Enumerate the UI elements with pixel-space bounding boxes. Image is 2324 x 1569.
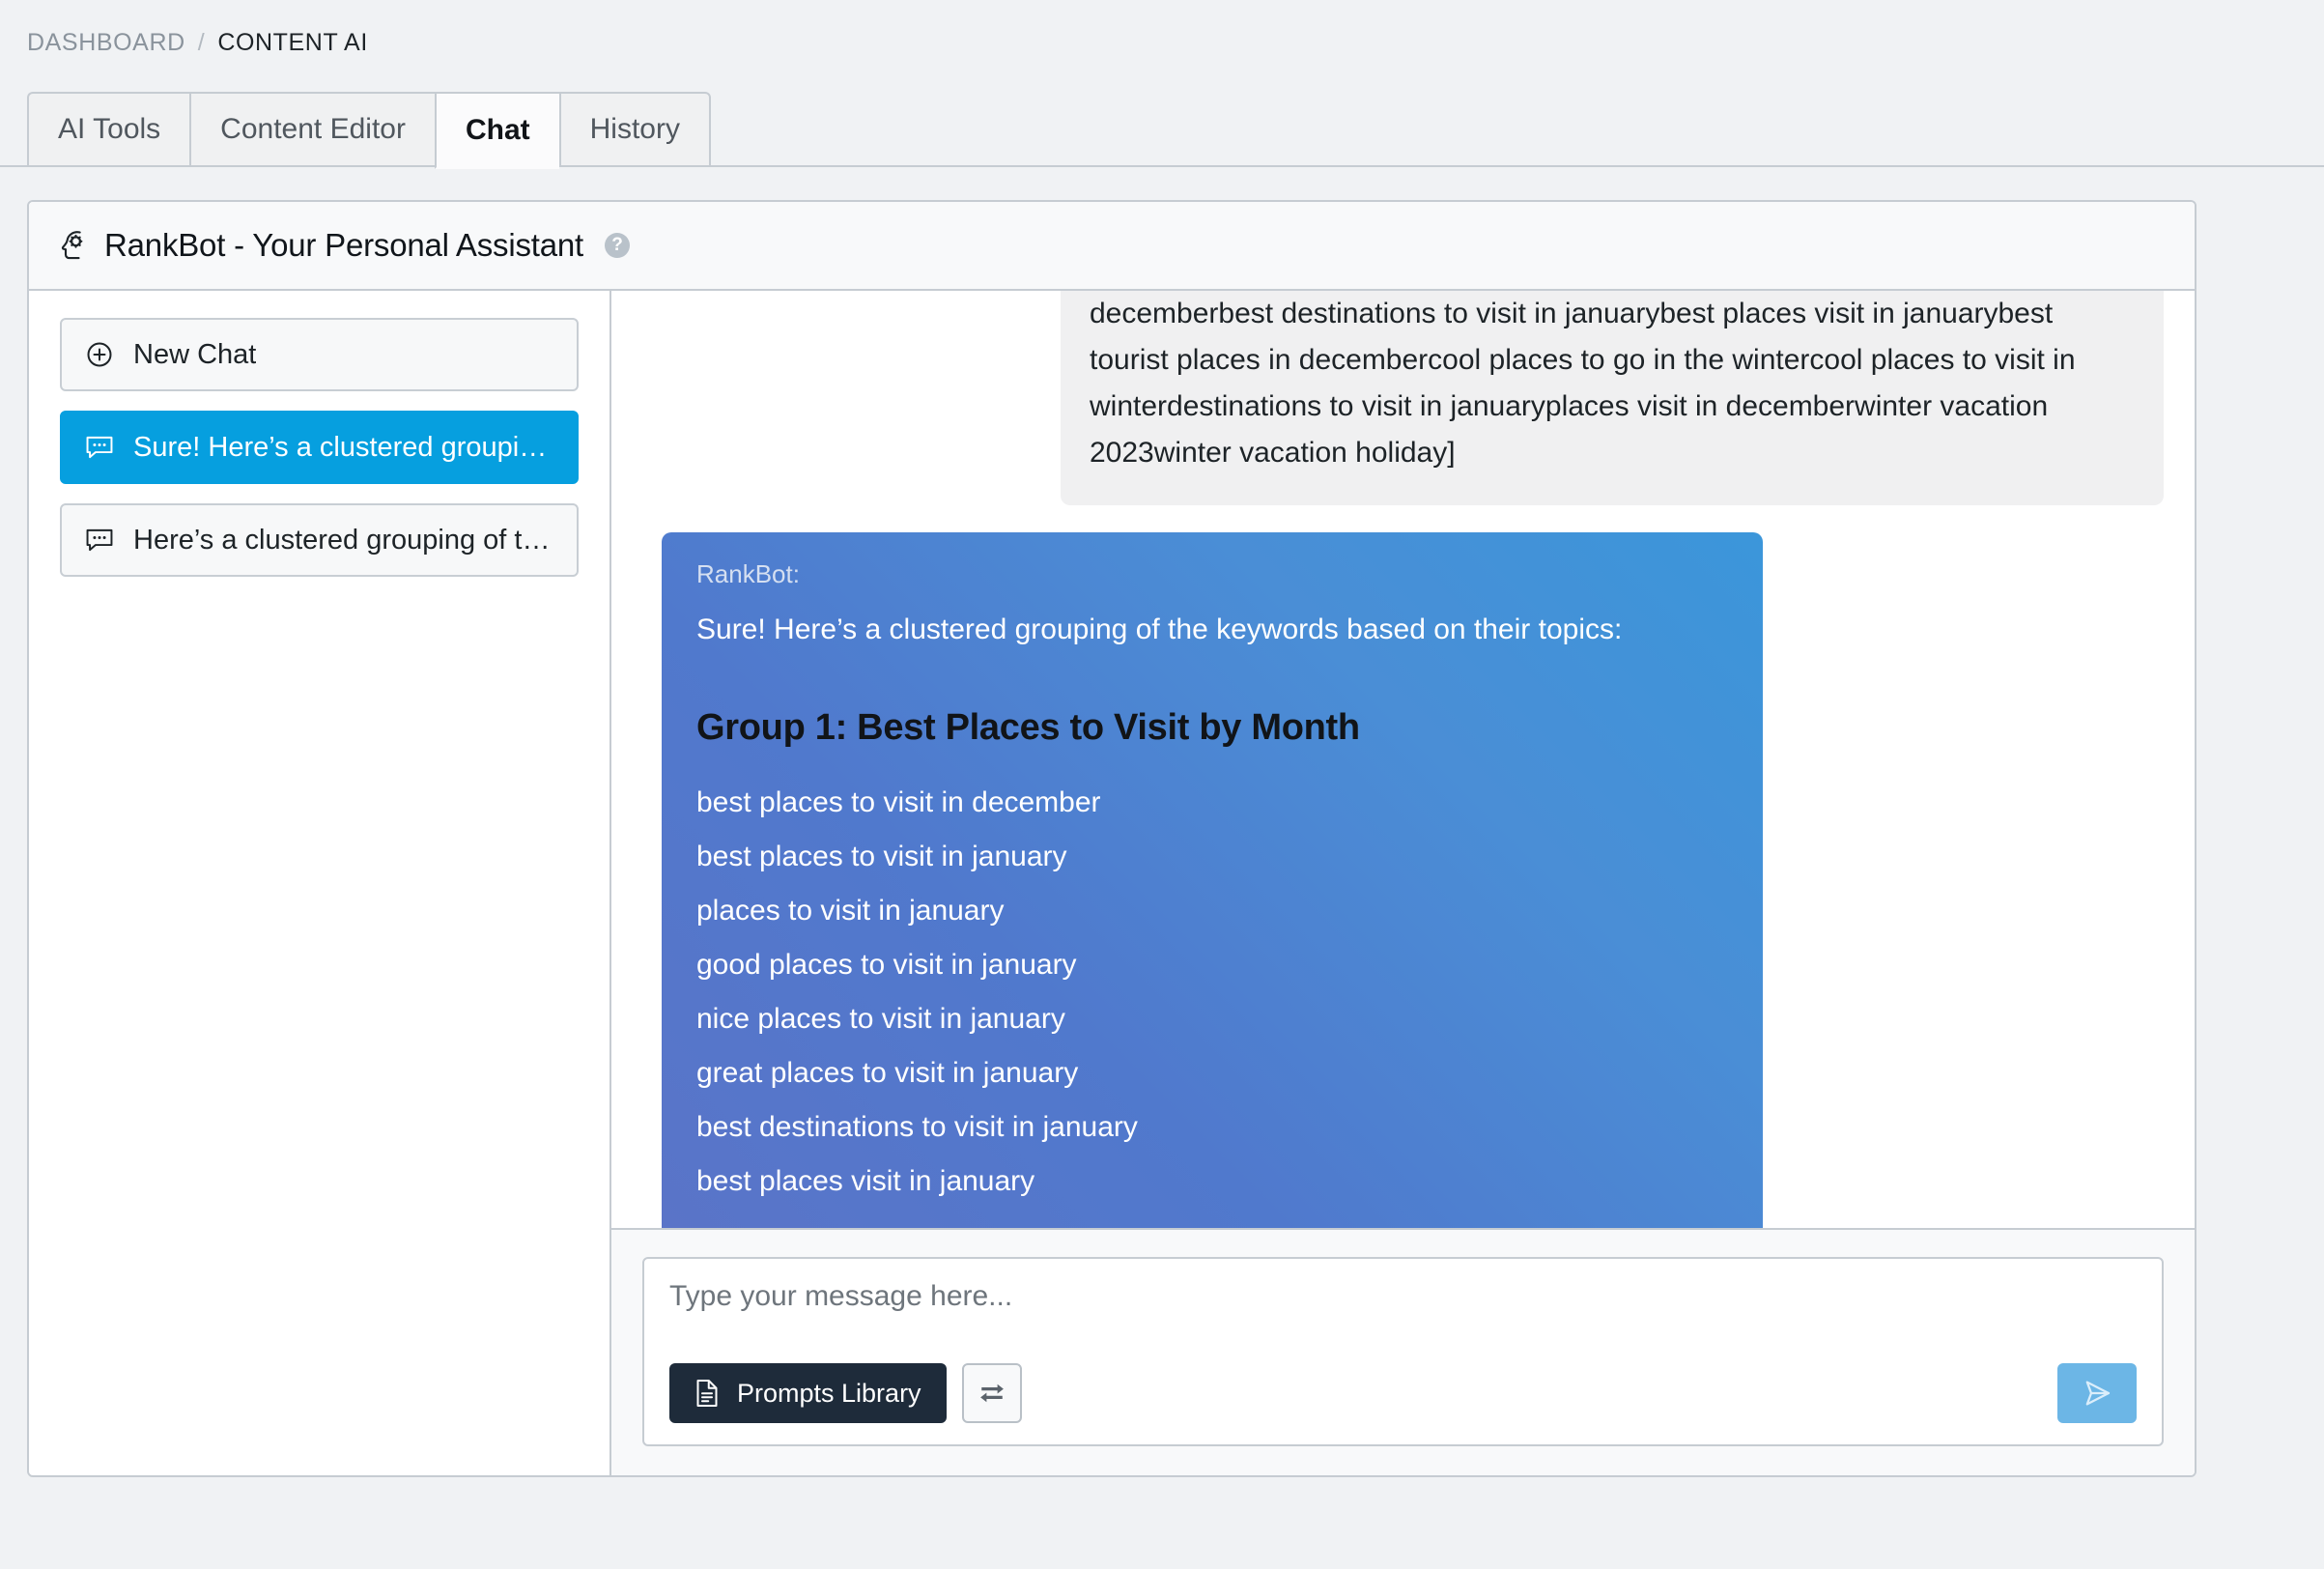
- send-button[interactable]: [2057, 1363, 2137, 1423]
- message-row-bot: RankBot: Sure! Here’s a clustered groupi…: [642, 505, 2164, 1228]
- composer: Prompts Library: [642, 1257, 2164, 1446]
- list-item: nice places to visit in january: [696, 1003, 1065, 1035]
- breadcrumb-parent[interactable]: DASHBOARD: [27, 29, 185, 57]
- breadcrumb-separator: /: [197, 29, 206, 56]
- chat-bubble-icon: [85, 528, 114, 553]
- rankbot-panel: RankBot - Your Personal Assistant ? New …: [27, 200, 2196, 1477]
- chat-sidebar: New Chat Sure! Here’s a clustered groupi…: [29, 291, 611, 1475]
- user-message-bubble: decemberbest destinations to visit in ja…: [1061, 291, 2164, 505]
- plus-circle-icon: [85, 340, 114, 369]
- breadcrumb-current: CONTENT AI: [217, 29, 368, 56]
- tab-bar: AI Tools Content Editor Chat History: [0, 92, 2324, 169]
- list-item: best places visit in january: [696, 1165, 1035, 1197]
- swap-prompt-button[interactable]: [961, 1363, 1022, 1423]
- bot-sender-label: RankBot:: [696, 559, 800, 588]
- sidebar-item-chat-1-label: Sure! Here’s a clustered groupin...: [133, 431, 553, 463]
- message-scroll-area[interactable]: decemberbest destinations to visit in ja…: [611, 291, 2195, 1228]
- list-item: great places to visit in january: [696, 1057, 1079, 1089]
- prompts-library-label: Prompts Library: [737, 1378, 921, 1408]
- page-body: RankBot - Your Personal Assistant ? New …: [0, 167, 2324, 1477]
- tab-history[interactable]: History: [558, 92, 711, 167]
- message-input[interactable]: [669, 1280, 2137, 1313]
- list-item: best destinations to visit in january: [696, 1111, 1138, 1143]
- sidebar-item-chat-2-label: Here’s a clustered grouping of th...: [133, 524, 553, 556]
- tab-ai-tools-label: AI Tools: [58, 113, 161, 145]
- new-chat-label: New Chat: [133, 338, 257, 370]
- bot-intro-text: Sure! Here’s a clustered grouping of the…: [696, 613, 1623, 645]
- tab-chat[interactable]: Chat: [434, 92, 559, 169]
- tab-history-label: History: [589, 113, 680, 145]
- list-item: good places to visit in january: [696, 949, 1077, 981]
- bot-message-bubble: RankBot: Sure! Here’s a clustered groupi…: [662, 532, 1763, 1228]
- list-item: best places to visit in december: [696, 786, 1101, 818]
- help-circle-icon[interactable]: ?: [605, 233, 631, 258]
- file-lines-icon: [694, 1379, 720, 1408]
- breadcrumb: DASHBOARD / CONTENT AI: [0, 0, 2324, 57]
- chat-column: decemberbest destinations to visit in ja…: [611, 291, 2195, 1475]
- chat-bubble-icon: [85, 435, 114, 460]
- bot-keyword-list: best places to visit in december best pl…: [696, 776, 1728, 1209]
- page-title: RankBot - Your Personal Assistant: [104, 227, 584, 263]
- send-plane-icon: [2080, 1376, 2114, 1411]
- composer-actions: Prompts Library: [669, 1363, 2137, 1423]
- tab-chat-label: Chat: [465, 114, 530, 146]
- sidebar-item-chat-2[interactable]: Here’s a clustered grouping of th...: [60, 503, 579, 577]
- head-gear-icon: [60, 229, 89, 262]
- list-item: best places to visit in january: [696, 841, 1067, 872]
- repeat-arrows-icon: [978, 1379, 1006, 1408]
- panel-header: RankBot - Your Personal Assistant ?: [29, 202, 2195, 291]
- prompts-library-button[interactable]: Prompts Library: [669, 1363, 947, 1423]
- tab-content-editor-label: Content Editor: [220, 113, 406, 145]
- list-item: places to visit in january: [696, 895, 1005, 927]
- composer-actions-left: Prompts Library: [669, 1363, 1022, 1423]
- panel-main: New Chat Sure! Here’s a clustered groupi…: [29, 291, 2195, 1475]
- bot-group-heading: Group 1: Best Places to Visit by Month: [696, 707, 1360, 748]
- new-chat-button[interactable]: New Chat: [60, 318, 579, 391]
- composer-container: Prompts Library: [611, 1228, 2195, 1475]
- tab-content-editor[interactable]: Content Editor: [189, 92, 435, 167]
- sidebar-item-chat-1[interactable]: Sure! Here’s a clustered groupin...: [60, 411, 579, 484]
- tab-ai-tools[interactable]: AI Tools: [27, 92, 190, 167]
- message-row-user: decemberbest destinations to visit in ja…: [642, 291, 2164, 505]
